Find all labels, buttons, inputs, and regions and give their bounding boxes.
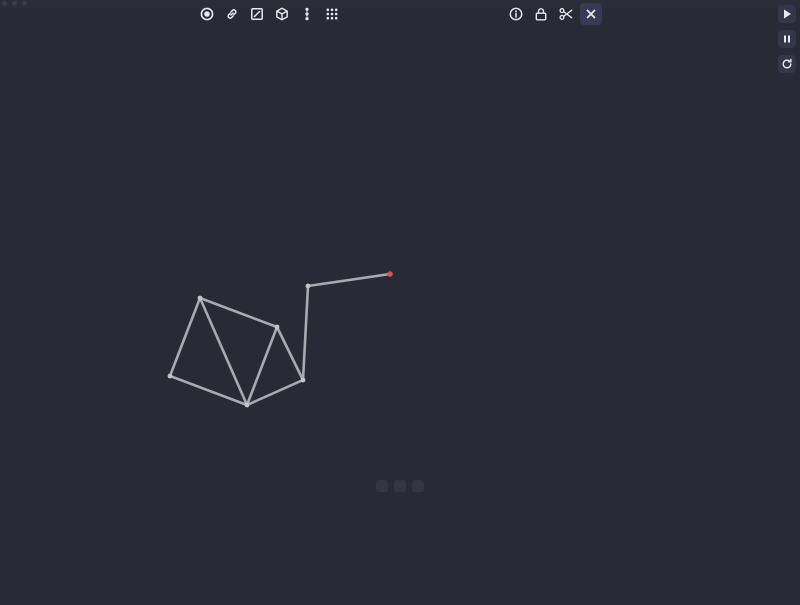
delete-button[interactable] <box>580 3 602 25</box>
rod-n6-n7[interactable] <box>306 272 392 288</box>
faded-control <box>376 480 388 492</box>
joint-n3[interactable] <box>244 402 250 408</box>
joint-n2[interactable] <box>197 295 203 301</box>
rods-layer <box>168 272 392 407</box>
tools-toolbar <box>196 2 346 26</box>
lock-button[interactable] <box>530 3 552 25</box>
circle-tool-button[interactable] <box>196 3 218 25</box>
simulation-controls <box>778 5 798 80</box>
record-circle-icon <box>200 7 214 21</box>
rod-n4-n5[interactable] <box>275 325 305 382</box>
rod-n1-n2[interactable] <box>168 296 202 378</box>
joint-n5[interactable] <box>300 377 306 383</box>
selected-joint[interactable] <box>387 271 393 277</box>
grid-dots-icon <box>326 8 338 20</box>
grid-tool-button[interactable] <box>321 3 343 25</box>
joint-n4[interactable] <box>274 324 280 330</box>
square-tool-button[interactable] <box>246 3 268 25</box>
cut-button[interactable] <box>555 3 577 25</box>
info-button[interactable] <box>505 3 527 25</box>
actions-toolbar <box>505 2 605 26</box>
scissors-icon <box>559 8 573 20</box>
cube-tool-button[interactable] <box>271 3 293 25</box>
vertical-dots-icon <box>305 7 309 21</box>
joint-n6[interactable] <box>305 283 311 289</box>
play-icon <box>784 9 791 19</box>
chain-tool-button[interactable] <box>296 3 318 25</box>
cube-icon <box>276 7 288 21</box>
rod-n5-n6[interactable] <box>301 284 310 382</box>
refresh-icon <box>782 58 792 69</box>
close-icon <box>586 9 596 19</box>
lock-icon <box>535 8 547 21</box>
faded-playback-controls <box>376 480 424 492</box>
info-icon <box>509 7 523 21</box>
link-icon <box>227 9 237 19</box>
joint-n1[interactable] <box>167 373 173 379</box>
pause-icon <box>784 35 790 43</box>
play-button[interactable] <box>778 5 796 23</box>
link-tool-button[interactable] <box>221 3 243 25</box>
reset-button[interactable] <box>778 55 796 73</box>
faded-control <box>394 480 406 492</box>
faded-control <box>412 480 424 492</box>
square-slash-icon <box>251 8 263 20</box>
pause-button[interactable] <box>778 30 796 48</box>
simulator-app <box>0 0 800 605</box>
simulation-canvas[interactable] <box>0 0 800 605</box>
